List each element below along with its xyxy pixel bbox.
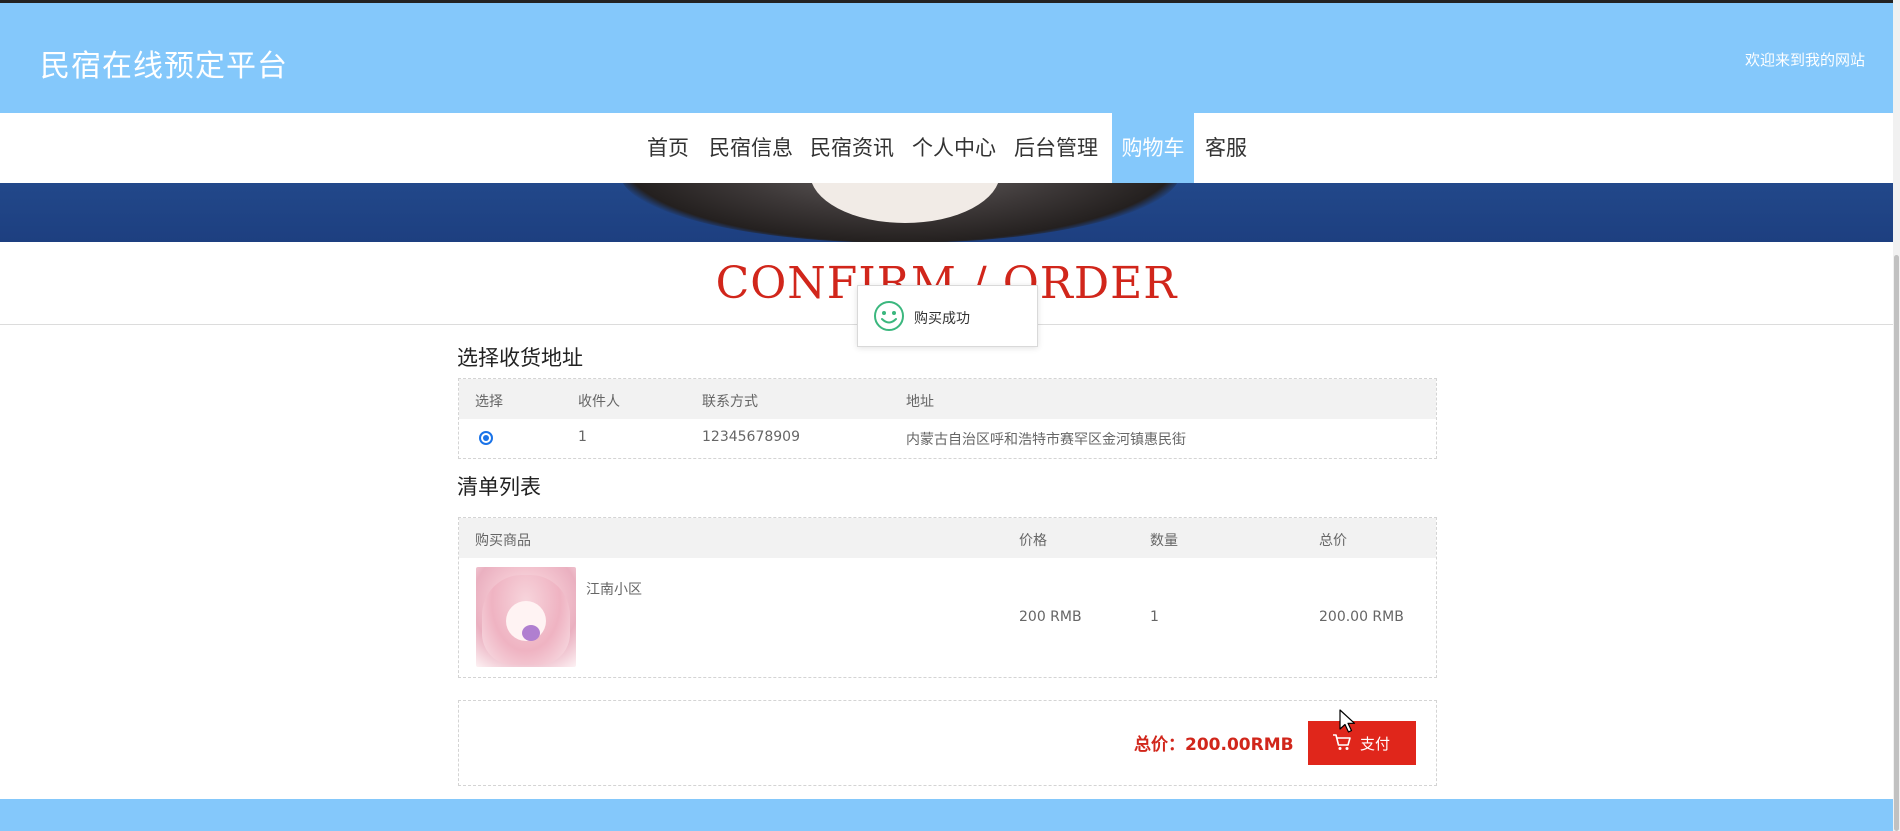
nav-item-home[interactable]: 首页	[643, 113, 693, 183]
main-nav: 首页 民宿信息 民宿资讯 个人中心 后台管理 购物车 客服	[0, 113, 1893, 183]
pay-button[interactable]: 支付	[1308, 721, 1416, 765]
top-header: 民宿在线预定平台 欢迎来到我的网站	[0, 0, 1893, 113]
order-items-header: 购买商品 价格 数量 总价	[459, 518, 1436, 558]
column-header-address: 地址	[906, 394, 934, 410]
column-header-select: 选择	[475, 394, 503, 410]
list-section-title: 清单列表	[457, 475, 541, 499]
smile-icon	[874, 301, 904, 331]
product-price: 200 RMB	[1019, 609, 1082, 625]
nav-item-admin[interactable]: 后台管理	[1013, 113, 1099, 183]
address-radio[interactable]	[479, 431, 493, 445]
footer	[0, 799, 1893, 831]
product-total: 200.00 RMB	[1319, 609, 1404, 625]
cart-icon	[1333, 734, 1351, 750]
nav-item-customer-service[interactable]: 客服	[1202, 113, 1250, 183]
banner-image	[0, 183, 1893, 242]
total-price: 总价：200.00RMB	[1134, 735, 1294, 755]
welcome-text: 欢迎来到我的网站	[1744, 51, 1865, 69]
nav-item-homestay-news[interactable]: 民宿资讯	[809, 113, 895, 183]
order-summary: 总价：200.00RMB 支付	[458, 700, 1437, 786]
toast-message: 购买成功	[914, 311, 970, 327]
address-section-title: 选择收货地址	[457, 346, 583, 370]
column-header-total: 总价	[1319, 533, 1347, 549]
recipient-value: 1	[578, 429, 587, 445]
address-table: 选择 收件人 联系方式 地址 1 12345678909 内蒙古自治区呼和浩特市…	[458, 378, 1437, 459]
address-value: 内蒙古自治区呼和浩特市赛罕区金河镇惠民街	[906, 432, 1186, 448]
order-items-table: 购买商品 价格 数量 总价 江南小区 200 RMB 1 200.00 RMB	[458, 517, 1437, 678]
nav-item-cart[interactable]: 购物车	[1112, 113, 1194, 183]
column-header-recipient: 收件人	[578, 394, 620, 410]
success-toast: 购买成功	[857, 285, 1038, 347]
scrollbar-thumb[interactable]	[1894, 255, 1899, 831]
site-title[interactable]: 民宿在线预定平台	[40, 41, 288, 85]
product-name[interactable]: 江南小区	[586, 579, 642, 599]
column-header-price: 价格	[1019, 533, 1047, 549]
phone-value: 12345678909	[702, 429, 800, 445]
column-header-phone: 联系方式	[702, 394, 758, 410]
nav-item-homestay-info[interactable]: 民宿信息	[708, 113, 794, 183]
product-quantity: 1	[1150, 609, 1159, 625]
column-header-product: 购买商品	[475, 533, 531, 549]
pay-button-label: 支付	[1360, 736, 1391, 753]
product-thumbnail[interactable]	[476, 567, 576, 667]
page-scrollbar[interactable]	[1893, 0, 1900, 831]
nav-item-personal-center[interactable]: 个人中心	[911, 113, 997, 183]
address-table-header: 选择 收件人 联系方式 地址	[459, 379, 1436, 419]
mouse-cursor-icon	[1339, 709, 1356, 733]
column-header-quantity: 数量	[1150, 533, 1178, 549]
